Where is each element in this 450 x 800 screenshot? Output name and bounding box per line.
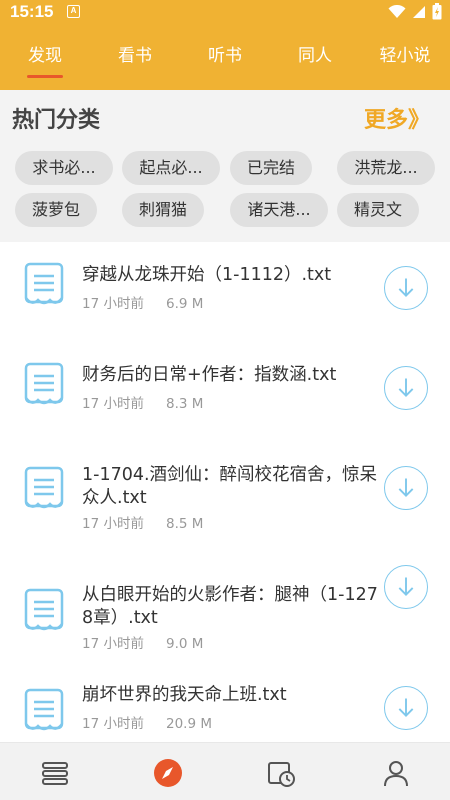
download-icon[interactable]	[384, 466, 428, 510]
file-title: 崩坏世界的我天命上班.txt	[82, 685, 287, 705]
list-item[interactable]: 财务后的日常+作者：指数涵.txt 17 小时前 8.3 M	[0, 342, 450, 442]
category-chip[interactable]: 起点必...	[122, 151, 220, 185]
tab-read[interactable]: 看书	[90, 40, 180, 80]
category-chip[interactable]: 洪荒龙...	[337, 151, 435, 185]
tab-discover[interactable]: 发现	[0, 40, 90, 80]
file-time: 17 小时前	[82, 296, 144, 312]
document-icon	[24, 688, 64, 731]
tab-fanfic[interactable]: 同人	[270, 40, 360, 80]
bottom-navigation	[0, 742, 450, 800]
category-chip[interactable]: 精灵文	[337, 193, 419, 227]
bookshelf-icon[interactable]	[40, 758, 70, 788]
list-item[interactable]: 穿越从龙珠开始（1-1112）.txt 17 小时前 6.9 M	[0, 242, 450, 342]
signal-icon	[413, 5, 425, 18]
file-meta: 17 小时前 9.0 M	[82, 632, 203, 652]
download-icon[interactable]	[384, 366, 428, 410]
top-app-bar: 15:15 A 发现 看书 听书 同人 轻小说	[0, 0, 450, 90]
wifi-icon	[388, 4, 406, 18]
document-icon	[24, 466, 64, 509]
category-chip[interactable]: 刺猬猫	[122, 193, 204, 227]
list-item[interactable]: 1-1704.酒剑仙：醉闯校花宿舍，惊呆众人.txt 17 小时前 8.5 M	[0, 442, 450, 562]
file-time: 17 小时前	[82, 636, 144, 652]
file-time: 17 小时前	[82, 516, 144, 532]
notification-icon: A	[67, 5, 80, 18]
history-icon[interactable]	[266, 758, 296, 788]
category-chip[interactable]: 菠萝包	[15, 193, 97, 227]
download-icon[interactable]	[384, 565, 428, 609]
file-size: 8.3 M	[165, 396, 204, 412]
file-meta: 17 小时前 6.9 M	[82, 292, 203, 312]
file-size: 20.9 M	[165, 716, 212, 732]
category-chip[interactable]: 求书必...	[15, 151, 113, 185]
list-item[interactable]: 从白眼开始的火影作者：腿神（1-1278章）.txt 17 小时前 9.0 M	[0, 562, 450, 662]
tab-listen[interactable]: 听书	[180, 40, 270, 80]
top-tabs: 发现 看书 听书 同人 轻小说	[0, 40, 450, 80]
download-icon[interactable]	[384, 686, 428, 730]
more-link[interactable]: 更多》	[364, 102, 430, 134]
download-icon[interactable]	[384, 266, 428, 310]
file-meta: 17 小时前 20.9 M	[82, 712, 212, 732]
category-chip[interactable]: 已完结	[230, 151, 312, 185]
file-title: 从白眼开始的火影作者：腿神（1-1278章）.txt	[82, 585, 378, 628]
discover-compass-icon[interactable]	[153, 758, 183, 788]
document-icon	[24, 588, 64, 631]
status-bar: 15:15 A	[0, 0, 450, 26]
document-icon	[24, 262, 64, 305]
tab-light-novel[interactable]: 轻小说	[360, 40, 450, 80]
file-size: 9.0 M	[165, 636, 204, 652]
hot-categories-section: 热门分类 更多》 求书必... 起点必... 已完结 洪荒龙... 菠萝包 刺猬…	[0, 90, 450, 242]
document-icon	[24, 362, 64, 405]
file-time: 17 小时前	[82, 716, 144, 732]
status-time: 15:15	[10, 2, 54, 21]
file-title: 穿越从龙珠开始（1-1112）.txt	[82, 265, 332, 285]
file-title: 财务后的日常+作者：指数涵.txt	[82, 365, 337, 385]
file-meta: 17 小时前 8.5 M	[82, 512, 203, 532]
category-chip[interactable]: 诸天港...	[230, 193, 328, 227]
file-size: 6.9 M	[165, 296, 204, 312]
section-title: 热门分类	[12, 108, 101, 133]
file-size: 8.5 M	[165, 516, 204, 532]
file-time: 17 小时前	[82, 396, 144, 412]
file-meta: 17 小时前 8.3 M	[82, 392, 203, 412]
profile-icon[interactable]	[381, 758, 411, 788]
file-title: 1-1704.酒剑仙：醉闯校花宿舍，惊呆众人.txt	[82, 465, 378, 508]
battery-icon	[432, 3, 442, 20]
